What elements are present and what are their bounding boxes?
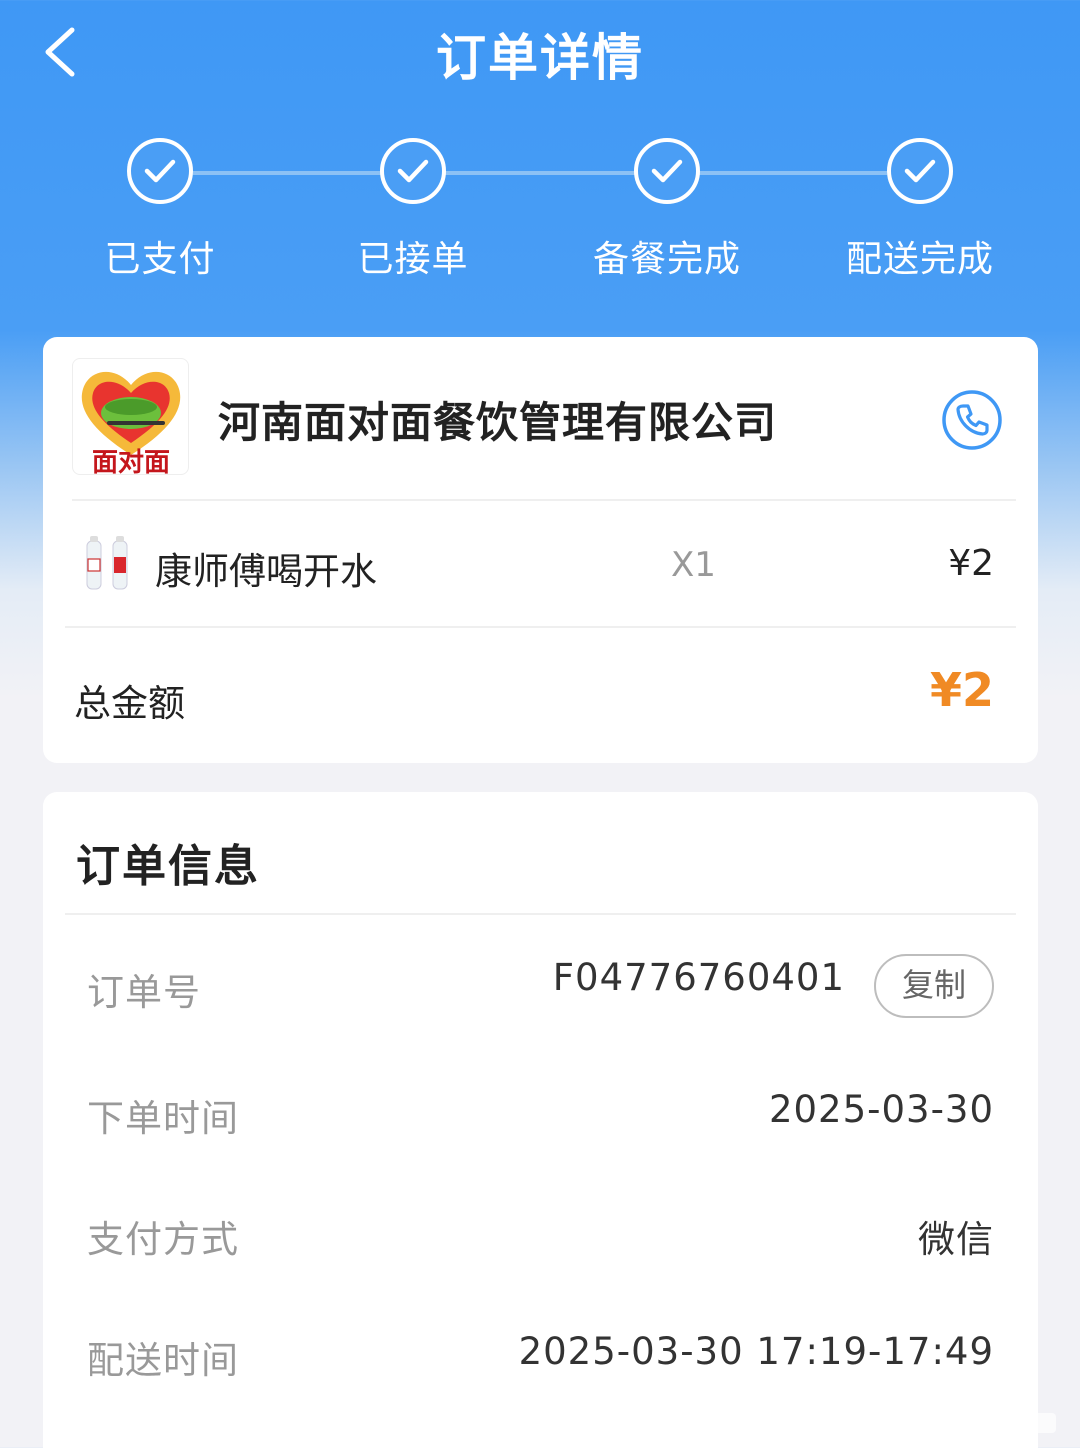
check-circle-icon [634,138,700,204]
info-label: 支付方式 [87,1218,239,1261]
bottle-icon [79,535,143,595]
order-info-card: 订单信息 订单号 F04776760401 复制 下单时间 2025-03-30… [43,792,1038,1448]
check-circle-icon [887,138,953,204]
svg-text:面对面: 面对面 [92,448,170,475]
delivery-time-row: 配送时间 2025-03-30 17:19-17:49 [43,1306,1038,1396]
order-number-value: F04776760401 [552,956,845,999]
info-label: 下单时间 [87,1097,239,1140]
header-bar: 订单详情 [0,0,1080,110]
step-label: 已支付 [104,239,216,280]
phone-icon [942,390,1002,450]
check-circle-icon [127,138,193,204]
step-prepared: 备餐完成 [567,138,767,282]
payment-method-value: 微信 [918,1218,994,1261]
shop-name: 河南面对面餐饮管理有限公司 [218,398,778,447]
order-time-row: 下单时间 2025-03-30 [43,1064,1038,1154]
copy-button[interactable]: 复制 [874,954,994,1018]
info-label: 订单号 [87,971,201,1014]
order-number-row: 订单号 F04776760401 复制 [43,938,1038,1028]
step-paid: 已支付 [60,138,260,282]
delivery-time-value: 2025-03-30 17:19-17:49 [518,1330,994,1373]
order-item: 康师傅喝开水 X1 ¥2 [43,501,1038,625]
info-label: 配送时间 [87,1339,239,1382]
order-progress: 已支付 已接单 备餐完成 配送完成 [0,138,1080,288]
item-quantity: X1 [671,545,716,585]
total-label: 总金额 [74,682,185,725]
order-time-value: 2025-03-30 [768,1088,994,1131]
check-circle-icon [380,138,446,204]
call-shop-button[interactable] [941,389,1003,451]
step-label: 备餐完成 [592,239,741,280]
divider [65,913,1016,915]
shop-logo: 面对面 [72,358,189,475]
shop-row: 面对面 河南面对面餐饮管理有限公司 [43,337,1038,499]
step-label: 配送完成 [845,239,994,280]
page-title: 订单详情 [436,29,644,87]
watermark [830,1410,1060,1436]
progress-line [193,171,887,175]
section-title: 订单信息 [76,841,260,892]
step-label: 已接单 [357,239,469,280]
payment-method-row: 支付方式 微信 [43,1185,1038,1275]
order-summary-card: 面对面 河南面对面餐饮管理有限公司 康师傅喝开水 X1 ¥2 总金额 ¥2 [43,337,1038,763]
total-amount: ¥2 [929,663,994,717]
step-delivered: 配送完成 [820,138,1020,282]
step-accepted: 已接单 [313,138,513,282]
item-price: ¥2 [948,543,994,584]
item-name: 康师傅喝开水 [155,550,377,593]
divider [65,626,1016,628]
total-row: 总金额 ¥2 [43,629,1038,759]
